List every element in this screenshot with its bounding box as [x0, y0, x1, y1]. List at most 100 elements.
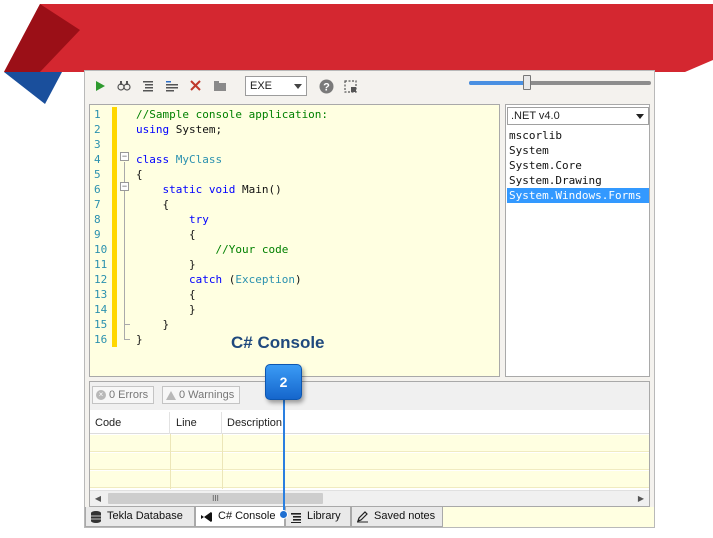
library-icon: [291, 512, 301, 523]
play-icon: [96, 81, 105, 91]
keyword-token: try: [188, 213, 209, 226]
fold-toggle-main[interactable]: −: [120, 182, 129, 191]
comment-button[interactable]: [163, 77, 181, 95]
reference-item-selected[interactable]: System.Windows.Forms: [507, 188, 649, 203]
code-line-6: static void Main(): [136, 182, 282, 197]
scroll-left-icon[interactable]: ◀: [92, 493, 104, 505]
error-filter-bar: × 0 Errors 0 Warnings: [90, 382, 649, 410]
chevron-down-icon: [636, 114, 644, 119]
brace-token: }: [136, 333, 143, 346]
line-number: 3: [94, 138, 101, 151]
column-header-description[interactable]: Description: [222, 412, 651, 434]
tab-label: C# Console: [218, 510, 276, 522]
reference-item[interactable]: System.Drawing: [507, 173, 649, 188]
zoom-slider[interactable]: [469, 75, 651, 90]
brace-token: {: [136, 168, 143, 181]
tab-csharp-console[interactable]: C# Console: [195, 507, 285, 527]
code-line-1: //Sample console application:: [136, 107, 328, 122]
keyword-token: class: [136, 153, 170, 166]
code-line-11: }: [136, 257, 196, 272]
brace-token: {: [188, 288, 196, 301]
align-lines-icon: [143, 81, 153, 92]
bottom-tab-strip: Tekla Database C# Console Library Saved …: [85, 507, 654, 527]
code-line-10: //Your code: [136, 242, 288, 257]
database-icon: [91, 511, 101, 523]
column-header-line[interactable]: Line: [171, 412, 222, 434]
keyword-token: static: [162, 183, 203, 196]
references-panel: .NET v4.0 mscorlib System System.Core Sy…: [505, 104, 650, 377]
code-line-16: }: [136, 332, 143, 347]
horizontal-scrollbar[interactable]: ◀ III ▶: [90, 490, 649, 506]
svg-text:?: ?: [323, 81, 330, 93]
line-number: 12: [94, 273, 108, 286]
reference-item[interactable]: mscorlib: [507, 128, 649, 143]
capture-icon: [343, 79, 357, 93]
warnings-filter-button[interactable]: 0 Warnings: [162, 386, 241, 404]
brace-token: }: [188, 303, 196, 316]
line-number: 10: [94, 243, 108, 256]
toolbar: EXE ?: [85, 71, 654, 101]
table-row: [90, 453, 649, 470]
clear-button[interactable]: [187, 77, 205, 95]
errors-filter-button[interactable]: × 0 Errors: [92, 386, 155, 404]
folder-icon: [214, 81, 226, 91]
output-type-value: EXE: [250, 80, 273, 92]
scrollbar-thumb[interactable]: III: [108, 493, 323, 504]
line-number: 7: [94, 198, 101, 211]
line-number: 11: [94, 258, 108, 271]
code-line-14: }: [136, 302, 196, 317]
comment-lines-icon: [166, 81, 178, 92]
framework-select[interactable]: .NET v4.0: [507, 107, 649, 125]
banner-red-shape: [4, 4, 713, 72]
fold-toggle-class[interactable]: −: [120, 152, 129, 161]
keyword-token: catch: [188, 273, 223, 286]
scroll-right-icon[interactable]: ▶: [635, 493, 647, 505]
chevron-down-icon: [294, 84, 302, 89]
run-button[interactable]: [91, 77, 109, 95]
brace-token: }: [162, 318, 170, 331]
callout-pointer-dot: [279, 510, 288, 519]
visual-studio-icon: [201, 511, 212, 522]
tab-library[interactable]: Library: [285, 507, 351, 527]
line-number: 5: [94, 168, 101, 181]
type-token: MyClass: [175, 153, 223, 166]
code-line-12: catch (Exception): [136, 272, 302, 287]
code-token: Main(): [235, 183, 282, 196]
help-button[interactable]: ?: [317, 77, 335, 95]
code-line-15: }: [136, 317, 170, 332]
screenshot-button[interactable]: [341, 77, 359, 95]
code-line-4: class MyClass: [136, 152, 222, 167]
code-token: System;: [169, 123, 223, 136]
keyword-token: void: [208, 183, 236, 196]
banner-blue-triangle: [4, 72, 62, 104]
open-folder-button[interactable]: [211, 77, 229, 95]
error-list-panel: × 0 Errors 0 Warnings Code Line Descript…: [89, 381, 650, 507]
warning-icon: [166, 390, 176, 400]
tab-tekla-database[interactable]: Tekla Database: [85, 507, 195, 527]
callout-number-badge: 2: [265, 364, 302, 400]
find-button[interactable]: [115, 77, 133, 95]
output-type-select[interactable]: EXE: [245, 76, 307, 96]
code-line-13: {: [136, 287, 196, 302]
errors-count-label: 0 Errors: [109, 389, 149, 401]
warnings-count-label: 0 Warnings: [179, 389, 235, 401]
line-number: 14: [94, 303, 108, 316]
fold-end: [124, 339, 130, 340]
help-icon: ?: [319, 79, 333, 93]
code-token: ): [294, 273, 302, 286]
code-line-2: using System;: [136, 122, 222, 137]
reference-item[interactable]: System: [507, 143, 649, 158]
tab-label: Saved notes: [374, 510, 436, 522]
binoculars-icon: [117, 81, 131, 91]
code-token: (: [222, 273, 236, 286]
tab-saved-notes[interactable]: Saved notes: [351, 507, 443, 527]
reference-item[interactable]: System.Core: [507, 158, 649, 173]
tab-label: Library: [307, 510, 341, 522]
format-button[interactable]: [139, 77, 157, 95]
column-header-code[interactable]: Code: [90, 412, 170, 434]
line-number: 2: [94, 123, 101, 136]
table-row: [90, 471, 649, 488]
code-line-9: {: [136, 227, 196, 242]
zoom-slider-thumb[interactable]: [523, 75, 532, 90]
type-token: Exception: [235, 273, 295, 286]
